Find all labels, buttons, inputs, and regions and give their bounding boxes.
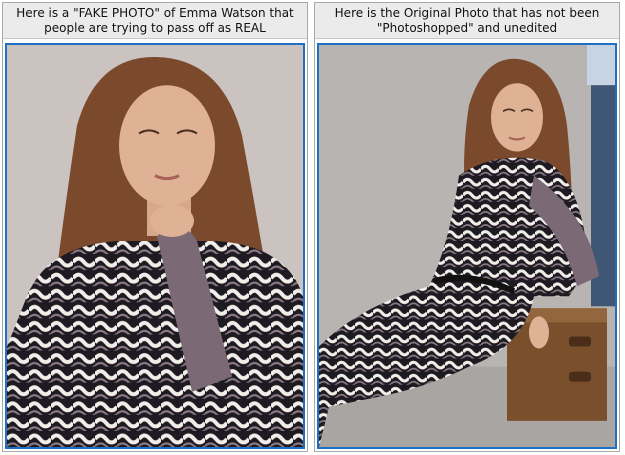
fake-photo-image (7, 45, 303, 447)
original-photo-image (319, 45, 615, 447)
fake-photo-frame (5, 43, 305, 449)
original-photo-caption-text: Here is the Original Photo that has not … (334, 5, 600, 35)
fake-photo-panel: Here is a "FAKE PHOTO" of Emma Watson th… (2, 2, 308, 452)
fake-photo-caption-text: Here is a "FAKE PHOTO" of Emma Watson th… (16, 5, 294, 35)
original-photo-caption: Here is the Original Photo that has not … (315, 3, 619, 39)
fake-photo-caption: Here is a "FAKE PHOTO" of Emma Watson th… (3, 3, 307, 39)
original-photo-frame (317, 43, 617, 449)
original-photo-panel: Here is the Original Photo that has not … (314, 2, 620, 452)
